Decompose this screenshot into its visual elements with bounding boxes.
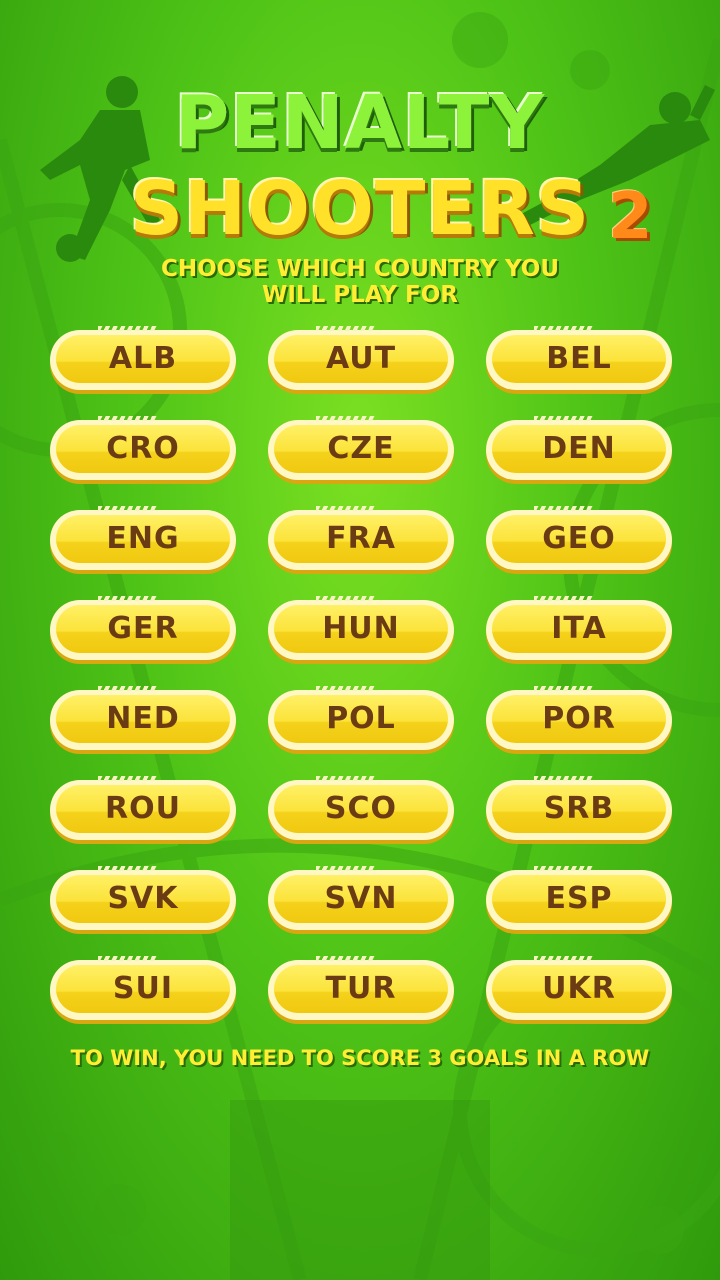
country-button-den[interactable]: DEN: [486, 416, 672, 480]
country-button-fra[interactable]: FRA: [268, 506, 454, 570]
country-button-geo[interactable]: GEO: [486, 506, 672, 570]
country-button-ned[interactable]: NED: [50, 686, 236, 750]
country-button-svk[interactable]: SVK: [50, 866, 236, 930]
country-button-eng[interactable]: ENG: [50, 506, 236, 570]
country-button-ita[interactable]: ITA: [486, 596, 672, 660]
country-button-alb[interactable]: ALB: [50, 326, 236, 390]
country-code-label: ITA: [551, 611, 607, 646]
country-code-label: SCO: [324, 791, 398, 826]
country-code-label: SVN: [324, 881, 398, 916]
country-button-sui[interactable]: SUI: [50, 956, 236, 1020]
country-code-label: CZE: [327, 431, 395, 466]
subtitle-line-2: WILL PLAY FOR: [262, 282, 458, 308]
country-code-label: NED: [106, 701, 180, 736]
country-button-hun[interactable]: HUN: [268, 596, 454, 660]
country-button-svn[interactable]: SVN: [268, 866, 454, 930]
country-code-label: ALB: [108, 341, 178, 376]
country-code-label: TUR: [325, 971, 397, 1006]
country-button-rou[interactable]: ROU: [50, 776, 236, 840]
country-button-cro[interactable]: CRO: [50, 416, 236, 480]
country-button-ukr[interactable]: UKR: [486, 956, 672, 1020]
country-code-label: SRB: [543, 791, 615, 826]
country-button-sco[interactable]: SCO: [268, 776, 454, 840]
country-code-label: BEL: [546, 341, 612, 376]
country-code-label: GEO: [542, 521, 616, 556]
country-button-bel[interactable]: BEL: [486, 326, 672, 390]
subtitle: CHOOSE WHICH COUNTRY YOU WILL PLAY FOR: [100, 256, 620, 308]
country-code-label: ENG: [106, 521, 180, 556]
country-code-label: ESP: [545, 881, 613, 916]
subtitle-line-1: CHOOSE WHICH COUNTRY YOU: [160, 256, 560, 282]
country-code-label: GER: [107, 611, 179, 646]
country-code-label: DEN: [542, 431, 616, 466]
country-code-label: HUN: [322, 611, 400, 646]
title-number: 2: [608, 180, 653, 254]
country-button-tur[interactable]: TUR: [268, 956, 454, 1020]
win-condition-text: TO WIN, YOU NEED TO SCORE 3 GOALS IN A R…: [70, 1046, 650, 1070]
country-button-esp[interactable]: ESP: [486, 866, 672, 930]
country-code-label: POR: [542, 701, 616, 736]
country-code-label: SUI: [112, 971, 174, 1006]
title-line-penalty: PENALTY: [175, 80, 545, 166]
country-button-por[interactable]: POR: [486, 686, 672, 750]
country-code-label: POL: [326, 701, 396, 736]
country-code-label: FRA: [326, 521, 396, 556]
country-button-pol[interactable]: POL: [268, 686, 454, 750]
country-code-label: CRO: [106, 431, 180, 466]
country-button-aut[interactable]: AUT: [268, 326, 454, 390]
country-code-label: SVK: [107, 881, 179, 916]
country-button-cze[interactable]: CZE: [268, 416, 454, 480]
game-title: PENALTY SHOOTERS 2: [0, 70, 720, 262]
country-code-label: UKR: [542, 971, 616, 1006]
country-code-label: AUT: [325, 341, 397, 376]
country-button-srb[interactable]: SRB: [486, 776, 672, 840]
country-code-label: ROU: [105, 791, 181, 826]
country-button-ger[interactable]: GER: [50, 596, 236, 660]
